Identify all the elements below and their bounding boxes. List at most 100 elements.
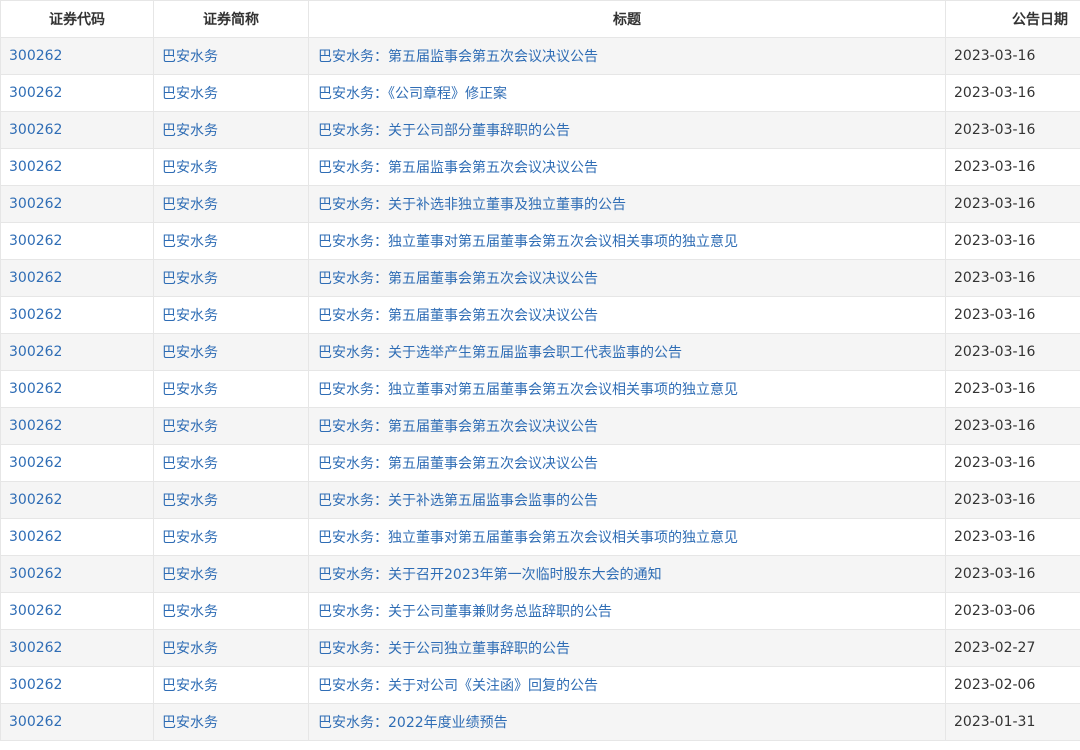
announcement-table-container: 证券代码 证券简称 标题 公告日期 300262 巴安水务 巴安水务：第五届监事会第…: [0, 0, 1080, 750]
header-row: 证券代码 证券简称 标题 公告日期: [0, 0, 1080, 38]
table-row: 300262 巴安水务 巴安水务：第五届董事会第五次会议决议公告 2023-03-16: [0, 444, 1080, 482]
security-name-link[interactable]: 巴安水务: [153, 666, 309, 704]
table-row: 300262 巴安水务 巴安水务：《公司章程》修正案 2023-03-16: [0, 74, 1080, 112]
announcement-date: 2023-03-16: [945, 74, 1080, 112]
announcement-date: 2023-03-16: [945, 185, 1080, 223]
announcement-title-link[interactable]: 巴安水务：第五届董事会第五次会议决议公告: [308, 296, 946, 334]
announcement-title-link[interactable]: 巴安水务：关于公司独立董事辞职的公告: [308, 629, 946, 667]
security-code-link[interactable]: 300262: [0, 259, 154, 297]
table-row: 300262 巴安水务 巴安水务：第五届董事会第五次会议决议公告 2023-03-16: [0, 407, 1080, 445]
announcement-date: 2023-03-16: [945, 370, 1080, 408]
announcement-title-link[interactable]: 巴安水务：关于补选非独立董事及独立董事的公告: [308, 185, 946, 223]
announcement-date: 2023-03-16: [945, 555, 1080, 593]
announcement-date: 2023-03-16: [945, 222, 1080, 260]
security-name-link[interactable]: 巴安水务: [153, 555, 309, 593]
announcement-date: 2023-03-16: [945, 481, 1080, 519]
security-name-link[interactable]: 巴安水务: [153, 74, 309, 112]
announcement-title-link[interactable]: 巴安水务：《公司章程》修正案: [308, 74, 946, 112]
security-name-link[interactable]: 巴安水务: [153, 592, 309, 630]
announcement-title-link[interactable]: 巴安水务：第五届监事会第五次会议决议公告: [308, 37, 946, 75]
security-name-link[interactable]: 巴安水务: [153, 296, 309, 334]
announcement-title-link[interactable]: 巴安水务：独立董事对第五届董事会第五次会议相关事项的独立意见: [308, 370, 946, 408]
security-code-link[interactable]: 300262: [0, 37, 154, 75]
announcement-date: 2023-03-16: [945, 333, 1080, 371]
table-row: 300262 巴安水务 巴安水务：独立董事对第五届董事会第五次会议相关事项的独立意见…: [0, 222, 1080, 260]
announcement-date: 2023-03-06: [945, 592, 1080, 630]
security-code-link[interactable]: 300262: [0, 74, 154, 112]
security-name-link[interactable]: 巴安水务: [153, 481, 309, 519]
security-code-link[interactable]: 300262: [0, 555, 154, 593]
table-row: 300262 巴安水务 巴安水务：独立董事对第五届董事会第五次会议相关事项的独立意见…: [0, 370, 1080, 408]
announcement-title-link[interactable]: 巴安水务：独立董事对第五届董事会第五次会议相关事项的独立意见: [308, 222, 946, 260]
table-row: 300262 巴安水务 巴安水务：关于选举产生第五届监事会职工代表监事的公告 2023…: [0, 333, 1080, 371]
table-header: 证券代码 证券简称 标题 公告日期: [0, 0, 1080, 38]
announcement-table: 证券代码 证券简称 标题 公告日期 300262 巴安水务 巴安水务：第五届监事会第…: [0, 0, 1080, 741]
table-row: 300262 巴安水务 巴安水务：关于公司独立董事辞职的公告 2023-02-27: [0, 629, 1080, 667]
table-row: 300262 巴安水务 巴安水务：2022年度业绩预告 2023-01-31: [0, 703, 1080, 741]
table-row: 300262 巴安水务 巴安水务：关于补选非独立董事及独立董事的公告 2023-03-…: [0, 185, 1080, 223]
table-row: 300262 巴安水务 巴安水务：第五届董事会第五次会议决议公告 2023-03-16: [0, 296, 1080, 334]
security-name-link[interactable]: 巴安水务: [153, 370, 309, 408]
announcement-title-link[interactable]: 巴安水务：关于补选第五届监事会监事的公告: [308, 481, 946, 519]
security-code-link[interactable]: 300262: [0, 703, 154, 741]
announcement-title-link[interactable]: 巴安水务：第五届董事会第五次会议决议公告: [308, 259, 946, 297]
announcement-title-link[interactable]: 巴安水务：2022年度业绩预告: [308, 703, 946, 741]
table-row: 300262 巴安水务 巴安水务：关于公司部分董事辞职的公告 2023-03-16: [0, 111, 1080, 149]
header-title: 标题: [308, 0, 946, 38]
security-code-link[interactable]: 300262: [0, 222, 154, 260]
table-row: 300262 巴安水务 巴安水务：关于公司董事兼财务总监辞职的公告 2023-03-0…: [0, 592, 1080, 630]
security-code-link[interactable]: 300262: [0, 148, 154, 186]
announcement-title-link[interactable]: 巴安水务：第五届董事会第五次会议决议公告: [308, 407, 946, 445]
security-name-link[interactable]: 巴安水务: [153, 259, 309, 297]
security-code-link[interactable]: 300262: [0, 592, 154, 630]
security-name-link[interactable]: 巴安水务: [153, 37, 309, 75]
announcement-date: 2023-02-27: [945, 629, 1080, 667]
announcement-title-link[interactable]: 巴安水务：独立董事对第五届董事会第五次会议相关事项的独立意见: [308, 518, 946, 556]
header-security-code: 证券代码: [0, 0, 154, 38]
announcement-title-link[interactable]: 巴安水务：第五届监事会第五次会议决议公告: [308, 148, 946, 186]
security-code-link[interactable]: 300262: [0, 407, 154, 445]
announcement-title-link[interactable]: 巴安水务：关于公司董事兼财务总监辞职的公告: [308, 592, 946, 630]
security-code-link[interactable]: 300262: [0, 111, 154, 149]
table-row: 300262 巴安水务 巴安水务：独立董事对第五届董事会第五次会议相关事项的独立意见…: [0, 518, 1080, 556]
security-code-link[interactable]: 300262: [0, 296, 154, 334]
security-name-link[interactable]: 巴安水务: [153, 629, 309, 667]
announcement-date: 2023-03-16: [945, 518, 1080, 556]
security-code-link[interactable]: 300262: [0, 518, 154, 556]
security-name-link[interactable]: 巴安水务: [153, 111, 309, 149]
announcement-date: 2023-03-16: [945, 444, 1080, 482]
security-code-link[interactable]: 300262: [0, 444, 154, 482]
announcement-title-link[interactable]: 巴安水务：第五届董事会第五次会议决议公告: [308, 444, 946, 482]
announcement-date: 2023-03-16: [945, 37, 1080, 75]
security-name-link[interactable]: 巴安水务: [153, 444, 309, 482]
security-name-link[interactable]: 巴安水务: [153, 148, 309, 186]
announcement-date: 2023-01-31: [945, 703, 1080, 741]
table-row: 300262 巴安水务 巴安水务：关于对公司《关注函》回复的公告 2023-02-06: [0, 666, 1080, 704]
security-name-link[interactable]: 巴安水务: [153, 222, 309, 260]
announcement-title-link[interactable]: 巴安水务：关于选举产生第五届监事会职工代表监事的公告: [308, 333, 946, 371]
announcement-date: 2023-03-16: [945, 296, 1080, 334]
security-name-link[interactable]: 巴安水务: [153, 333, 309, 371]
security-name-link[interactable]: 巴安水务: [153, 518, 309, 556]
announcement-date: 2023-03-16: [945, 111, 1080, 149]
security-name-link[interactable]: 巴安水务: [153, 185, 309, 223]
security-name-link[interactable]: 巴安水务: [153, 407, 309, 445]
security-code-link[interactable]: 300262: [0, 370, 154, 408]
table-row: 300262 巴安水务 巴安水务：第五届监事会第五次会议决议公告 2023-03-16: [0, 148, 1080, 186]
table-body: 300262 巴安水务 巴安水务：第五届监事会第五次会议决议公告 2023-03-16…: [0, 37, 1080, 741]
security-code-link[interactable]: 300262: [0, 481, 154, 519]
table-row: 300262 巴安水务 巴安水务：关于召开2023年第一次临时股东大会的通知 2023…: [0, 555, 1080, 593]
announcement-title-link[interactable]: 巴安水务：关于公司部分董事辞职的公告: [308, 111, 946, 149]
security-code-link[interactable]: 300262: [0, 629, 154, 667]
security-name-link[interactable]: 巴安水务: [153, 703, 309, 741]
security-code-link[interactable]: 300262: [0, 185, 154, 223]
header-security-name: 证券简称: [153, 0, 309, 38]
announcement-date: 2023-02-06: [945, 666, 1080, 704]
announcement-title-link[interactable]: 巴安水务：关于召开2023年第一次临时股东大会的通知: [308, 555, 946, 593]
table-row: 300262 巴安水务 巴安水务：关于补选第五届监事会监事的公告 2023-03-16: [0, 481, 1080, 519]
security-code-link[interactable]: 300262: [0, 333, 154, 371]
announcement-date: 2023-03-16: [945, 259, 1080, 297]
announcement-date: 2023-03-16: [945, 148, 1080, 186]
security-code-link[interactable]: 300262: [0, 666, 154, 704]
announcement-title-link[interactable]: 巴安水务：关于对公司《关注函》回复的公告: [308, 666, 946, 704]
